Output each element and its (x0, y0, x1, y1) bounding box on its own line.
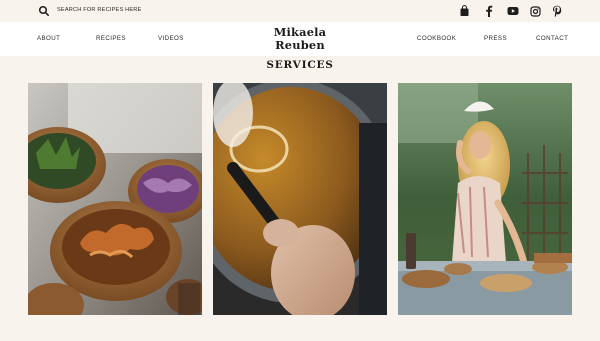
food-bowls-photo[interactable] (28, 83, 202, 315)
instagram-icon[interactable] (530, 4, 541, 18)
section-title: SERVICES (266, 59, 334, 71)
nav-press[interactable]: PRESS (484, 35, 507, 42)
garden-portrait-photo[interactable] (398, 83, 572, 315)
site-logo[interactable]: Mikaela Reuben (264, 26, 336, 51)
main-navbar: ABOUT RECIPES VIDEOS Mikaela Reuben COOK… (0, 22, 600, 56)
nav-contact[interactable]: CONTACT (536, 35, 568, 42)
pinterest-icon[interactable] (552, 4, 562, 18)
search-icon[interactable] (38, 5, 50, 17)
logo-line-1: Mikaela (273, 25, 327, 39)
nav-about[interactable]: ABOUT (37, 35, 60, 42)
nav-cookbook[interactable]: COOKBOOK (417, 35, 456, 42)
cooking-pot-photo[interactable] (213, 83, 387, 315)
nav-recipes[interactable]: RECIPES (96, 35, 126, 42)
logo-line-2: Reuben (275, 37, 325, 52)
shopping-bag-icon[interactable] (459, 4, 470, 18)
youtube-icon[interactable] (507, 4, 519, 18)
nav-videos[interactable]: VIDEOS (158, 35, 184, 42)
search-input[interactable]: SEARCH FOR RECIPES HERE (57, 7, 141, 13)
facebook-icon[interactable] (485, 4, 493, 18)
top-utility-bar: SEARCH FOR RECIPES HERE (0, 0, 600, 22)
